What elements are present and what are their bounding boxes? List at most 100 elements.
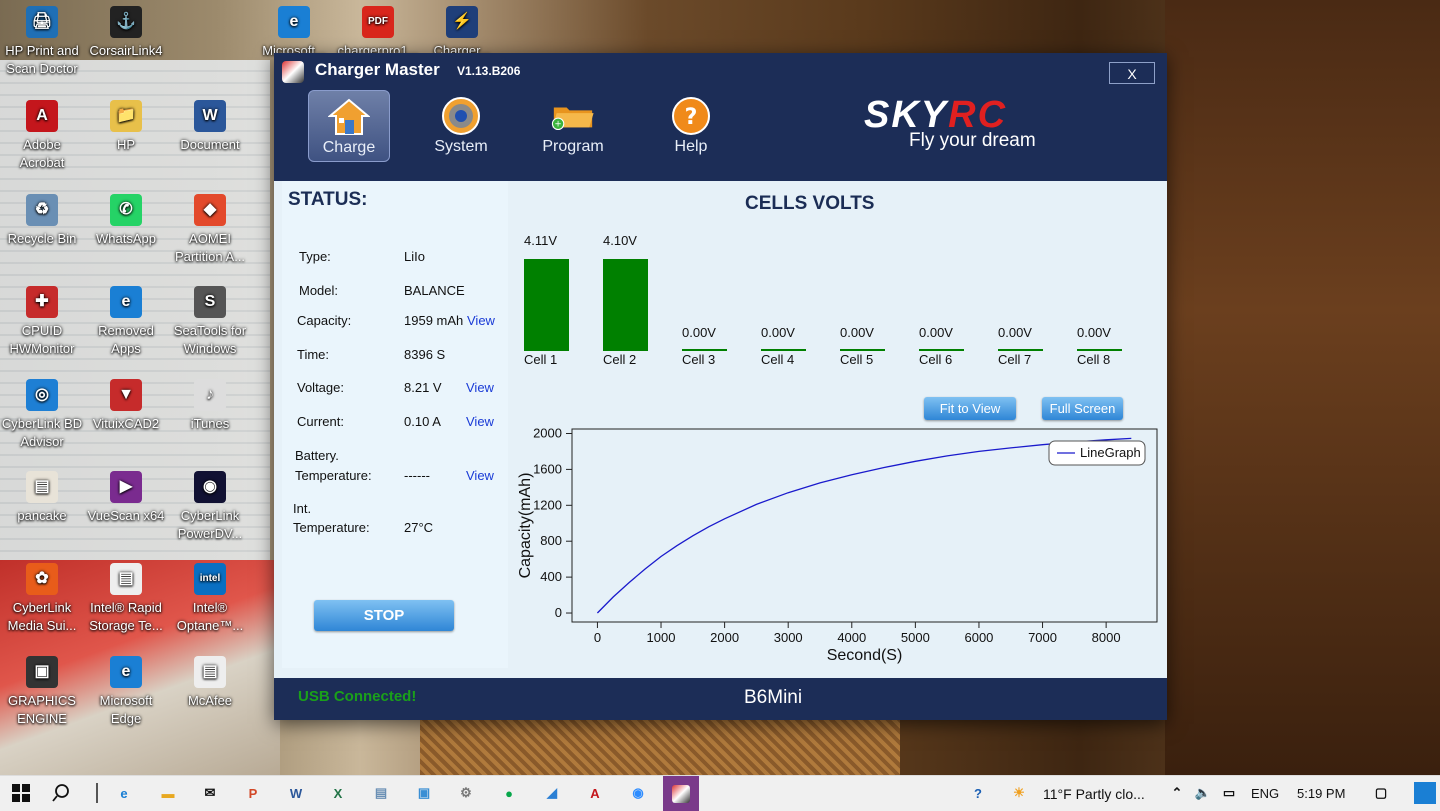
cell-voltage: 0.00V <box>761 325 795 340</box>
desktop-icon-label: AOMEI Partition A... <box>174 231 246 264</box>
type-label: Type: <box>299 249 331 264</box>
desktop-icon[interactable]: ◉ CyberLink PowerDV... <box>168 471 252 543</box>
desktop-icon[interactable]: intel Intel® Optane™... <box>168 563 252 635</box>
title-bar[interactable]: Charger Master V1.13.B206 X <box>274 53 1167 87</box>
desktop-app-icon: e <box>110 286 142 318</box>
image-viewer-icon[interactable]: ▤ <box>370 782 392 804</box>
cell-name: Cell 3 <box>682 352 716 367</box>
capacity-view-link[interactable]: View <box>467 313 495 328</box>
chevron-up-icon[interactable]: ⌃ <box>1166 782 1188 804</box>
desktop-icon[interactable]: e Microsoft Edge <box>84 656 168 728</box>
capacity-label: Capacity: <box>297 313 352 328</box>
desktop-icon[interactable]: PDF chargerpro1... <box>336 6 420 60</box>
cell-name: Cell 8 <box>1077 352 1111 367</box>
cell-voltage-baseline <box>998 349 1043 351</box>
help-tray-icon[interactable]: ? <box>967 782 989 804</box>
desktop-app-icon: 📁 <box>110 100 142 132</box>
desktop-icon[interactable]: ▼ VituixCAD2 <box>84 379 168 433</box>
acrobat-taskbar-icon[interactable]: A <box>584 782 606 804</box>
close-button[interactable]: X <box>1109 62 1155 84</box>
desktop-app-icon: intel <box>194 563 226 595</box>
desktop-icon[interactable]: ▣ GRAPHICS ENGINE <box>0 656 84 728</box>
toolbar-program-button[interactable]: + Program <box>532 90 614 162</box>
desktop-app-icon: ✿ <box>26 563 58 595</box>
desktop-icon[interactable]: ✆ WhatsApp <box>84 194 168 248</box>
voltage-label: Voltage: <box>297 380 344 395</box>
line-app-icon[interactable]: ● <box>498 782 520 804</box>
file-explorer-icon[interactable]: ▬ <box>157 782 179 804</box>
desktop-icon-label: Removed Apps <box>98 323 154 356</box>
search-icon[interactable] <box>50 782 72 804</box>
toolbar-help-label: Help <box>674 138 708 155</box>
desktop-icon[interactable]: ♻ Recycle Bin <box>0 194 84 248</box>
cell-name: Cell 7 <box>998 352 1032 367</box>
powerpoint-icon[interactable]: P <box>242 782 264 804</box>
desktop-icon-label: GRAPHICS ENGINE <box>8 693 76 726</box>
stop-button[interactable]: STOP <box>314 600 454 631</box>
desktop-icon[interactable]: ⚡ Charger... <box>420 6 504 60</box>
weather-text[interactable]: 11°F Partly clo... <box>1043 786 1145 802</box>
desktop-icon[interactable]: ✚ CPUID HWMonitor <box>0 286 84 358</box>
desktop-app-icon: ▤ <box>110 563 142 595</box>
excel-icon[interactable]: X <box>327 782 349 804</box>
network-icon[interactable]: ▭ <box>1218 782 1240 804</box>
desktop-icon[interactable]: A Adobe Acrobat <box>0 100 84 172</box>
control-panel-icon[interactable]: ▣ <box>413 782 435 804</box>
desktop-icon[interactable]: ◆ AOMEI Partition A... <box>168 194 252 266</box>
windows-start-icon[interactable] <box>10 782 32 804</box>
desktop-icon[interactable]: W Document <box>168 100 252 154</box>
speaker-icon[interactable]: 🔈 <box>1192 782 1214 804</box>
desktop-icon[interactable]: ♪ iTunes <box>168 379 252 433</box>
desktop-icon[interactable]: ▤ Intel® Rapid Storage Te... <box>84 563 168 635</box>
cell-voltage: 4.11V <box>524 233 558 248</box>
cells-panel: CELLS VOLTS 4.11V Cell 1 4.10V Cell 2 0.00V C… <box>508 181 1167 678</box>
desktop-icon[interactable]: ⚓ CorsairLink4 <box>84 6 168 60</box>
weather-icon[interactable]: ☀ <box>1008 782 1030 804</box>
int-temp-value: 27°C <box>404 520 434 535</box>
desktop-app-icon: ◉ <box>194 471 226 503</box>
desktop-app-icon: ✆ <box>110 194 142 226</box>
clock[interactable]: 5:19 PM <box>1297 786 1345 801</box>
laptop-app-icon[interactable]: ◢ <box>541 782 563 804</box>
desktop-icon-label: VueScan x64 <box>87 508 165 523</box>
desktop-icon[interactable]: S SeaTools for Windows <box>168 286 252 358</box>
desktop-icon[interactable]: e Removed Apps <box>84 286 168 358</box>
legend-label: LineGraph <box>1080 445 1141 460</box>
zoom-icon[interactable]: ◉ <box>627 782 649 804</box>
y-tick-label: 1200 <box>533 497 562 512</box>
desktop-icon[interactable]: e Microsoft... <box>252 6 336 60</box>
charger-master-taskbar-icon[interactable] <box>663 776 699 811</box>
battery-temp-view-link[interactable]: View <box>466 468 494 483</box>
toolbar-help-button[interactable]: ? Help <box>650 90 732 162</box>
desktop-icon-label: HP Print and Scan Doctor <box>5 43 79 76</box>
desktop-icon-label: Intel® Optane™... <box>176 600 244 633</box>
notifications-icon[interactable]: ▢ <box>1370 782 1392 804</box>
desktop-icon[interactable]: ▤ McAfee <box>168 656 252 710</box>
cell-voltage-baseline <box>1077 349 1122 351</box>
toolbar-charge-button[interactable]: Charge <box>308 90 390 162</box>
current-value: 0.10 A <box>404 414 441 429</box>
mail-icon[interactable]: ✉ <box>199 782 221 804</box>
voltage-view-link[interactable]: View <box>466 380 494 395</box>
toolbar-system-label: System <box>434 138 488 155</box>
desktop-app-icon: ♪ <box>194 379 226 411</box>
language-indicator[interactable]: ENG <box>1251 786 1279 801</box>
cell-voltage-baseline <box>919 349 964 351</box>
device-manager-icon[interactable]: ⚙ <box>455 782 477 804</box>
desktop-icon[interactable]: 🖨 HP Print and Scan Doctor <box>0 6 84 78</box>
toolbar-system-button[interactable]: System <box>420 90 502 162</box>
edge-taskbar-icon[interactable]: e <box>113 782 135 804</box>
y-tick-label: 400 <box>540 569 562 584</box>
word-icon[interactable]: W <box>285 782 307 804</box>
toolbar-charge-label: Charge <box>322 139 376 156</box>
desktop-app-icon: ♻ <box>26 194 58 226</box>
desktop-icon[interactable]: ▶ VueScan x64 <box>84 471 168 525</box>
y-tick-label: 0 <box>555 605 562 620</box>
desktop-icon[interactable]: 📁 HP <box>84 100 168 154</box>
desktop-icon[interactable]: ▤ pancake <box>0 471 84 525</box>
current-view-link[interactable]: View <box>466 414 494 429</box>
show-desktop-icon[interactable] <box>1414 782 1436 804</box>
desktop-icon-label: Recycle Bin <box>7 231 77 246</box>
desktop-icon[interactable]: ✿ CyberLink Media Sui... <box>0 563 84 635</box>
desktop-icon[interactable]: ◎ CyberLink BD Advisor <box>0 379 84 451</box>
